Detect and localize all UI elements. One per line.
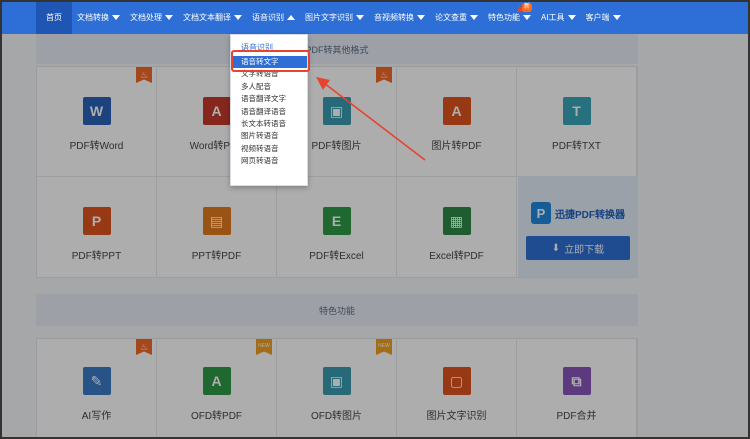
- annotation-arrow: [316, 5, 523, 161]
